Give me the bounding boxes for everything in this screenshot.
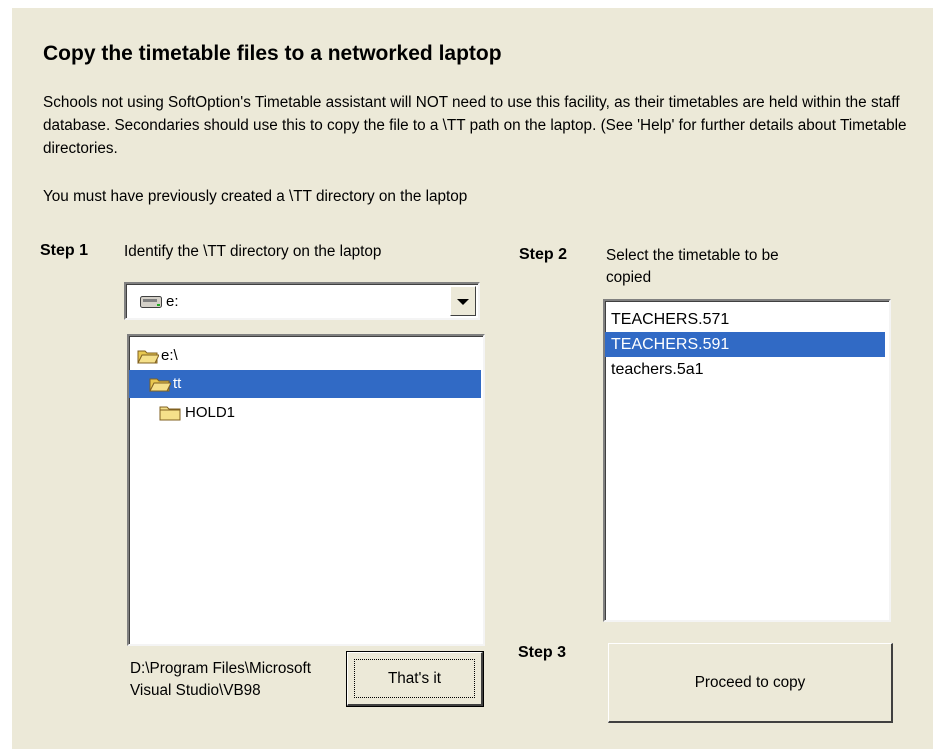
timetable-file-list[interactable]: TEACHERS.571 TEACHERS.591 teachers.5a1	[603, 299, 891, 622]
directory-item-tt[interactable]: tt	[129, 370, 481, 398]
open-folder-icon	[149, 378, 171, 392]
step1-heading: Step 1	[40, 242, 89, 259]
directory-item-hold1[interactable]: HOLD1	[129, 399, 481, 427]
file-item-selected[interactable]: TEACHERS.591	[605, 332, 885, 357]
proceed-to-copy-button[interactable]: Proceed to copy	[608, 643, 893, 723]
file-item[interactable]: teachers.5a1	[605, 357, 885, 382]
chevron-down-icon	[457, 299, 469, 305]
drive-select-value: e:	[166, 293, 179, 310]
thats-it-button[interactable]: That's it	[347, 652, 483, 706]
step2-heading: Step 2	[519, 246, 568, 263]
window-top-edge	[0, 0, 943, 8]
drive-dropdown-button[interactable]	[450, 286, 476, 316]
dialog-note: You must have previously created a \TT d…	[43, 188, 468, 205]
current-path-label: D:\Program Files\Microsoft Visual Studio…	[130, 660, 312, 699]
file-item[interactable]: TEACHERS.571	[605, 307, 885, 332]
dialog-description: Schools not using SoftOption's Timetable…	[43, 94, 907, 157]
drive-select[interactable]: e:	[124, 282, 480, 320]
step2-instruction: Select the timetable to be copied	[606, 247, 779, 286]
drive-icon	[140, 296, 162, 308]
thats-it-button-label: That's it	[354, 659, 475, 698]
window-left-edge	[0, 0, 12, 749]
window-right-edge	[933, 0, 943, 749]
directory-item-root[interactable]: e:\	[129, 342, 481, 370]
folder-icon	[159, 406, 181, 421]
open-folder-icon	[137, 350, 159, 364]
dialog-title: Copy the timetable files to a networked …	[43, 42, 502, 65]
directory-list[interactable]: e:\ tt HOLD1	[127, 334, 485, 646]
step3-heading: Step 3	[518, 644, 567, 661]
step1-instruction: Identify the \TT directory on the laptop	[124, 243, 382, 260]
